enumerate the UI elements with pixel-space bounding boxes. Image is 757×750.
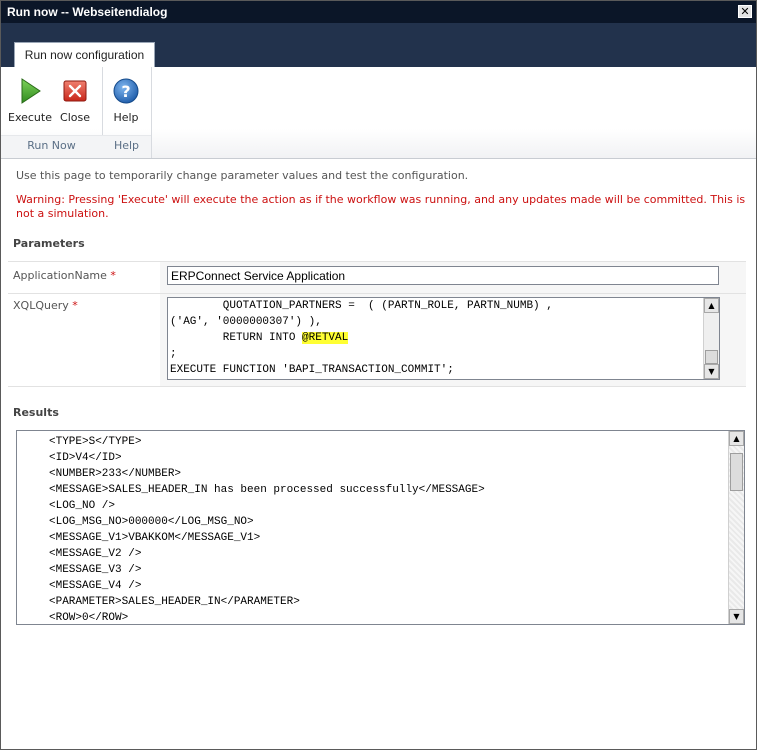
ribbon-group-help: ? Help Help <box>102 67 152 158</box>
parameters-heading: Parameters <box>13 237 85 250</box>
help-icon: ? <box>113 78 139 104</box>
xql-query-label: XQLQuery * <box>13 299 78 312</box>
xql-line: ; <box>170 348 177 360</box>
required-marker: * <box>110 269 116 282</box>
title-bar: Run now -- Webseitendialog ✕ <box>1 1 756 23</box>
results-line: <PARAMETER>SALES_HEADER_IN</PARAMETER> <box>49 596 300 608</box>
results-line: <MESSAGE>SALES_HEADER_IN has been proces… <box>49 484 485 496</box>
close-label: Close <box>60 111 90 124</box>
xql-scrollbar[interactable]: ▲ ▼ <box>703 298 719 379</box>
xql-line: EXECUTE FUNCTION 'BAPI_TRANSACTION_COMMI… <box>170 364 454 376</box>
results-line: <LOG_MSG_NO>000000</LOG_MSG_NO> <box>49 516 254 528</box>
scroll-thumb[interactable] <box>730 453 743 491</box>
param-row-application-name: ApplicationName * ERPConnect Service App… <box>8 261 746 293</box>
scroll-up-arrow-icon[interactable]: ▲ <box>729 431 744 446</box>
tab-run-now-configuration[interactable]: Run now configuration <box>14 42 155 68</box>
xql-line: ('AG', '0000000307') ), <box>170 316 322 328</box>
results-line: <MESSAGE_V1>VBAKKOM</MESSAGE_V1> <box>49 532 261 544</box>
application-name-label: ApplicationName * <box>13 269 116 282</box>
execute-label: Execute <box>8 111 52 124</box>
window-close-button[interactable]: ✕ <box>738 5 752 18</box>
scroll-up-arrow-icon[interactable]: ▲ <box>704 298 719 313</box>
scroll-down-arrow-icon[interactable]: ▼ <box>704 364 719 379</box>
ribbon-group-run-now: Execute Close Run Now <box>1 67 103 158</box>
execute-button[interactable]: Execute <box>8 77 52 124</box>
results-line: <ID>V4</ID> <box>49 452 122 464</box>
help-button[interactable]: ? Help <box>104 77 148 124</box>
scroll-down-arrow-icon[interactable]: ▼ <box>729 609 744 624</box>
window-title: Run now -- Webseitendialog <box>7 5 168 19</box>
xql-query-label-text: XQLQuery <box>13 299 69 312</box>
results-line: <MESSAGE_V2 /> <box>49 548 142 560</box>
svg-text:?: ? <box>121 82 130 101</box>
application-name-input[interactable]: ERPConnect Service Application <box>167 266 719 285</box>
results-heading: Results <box>13 406 59 419</box>
highlighted-retval: @RETVAL <box>302 332 349 344</box>
results-line: <LOG_NO /> <box>49 500 116 512</box>
scroll-thumb[interactable] <box>705 350 718 364</box>
results-line: <ROW>0</ROW> <box>49 612 129 624</box>
results-text: <TYPE>S</TYPE> <ID>V4</ID> <NUMBER>233</… <box>49 434 485 624</box>
close-icon <box>63 80 87 102</box>
xql-query-cell: QUOTATION_PARTNERS = ( (PARTN_ROLE, PART… <box>160 294 746 386</box>
results-textarea[interactable]: <TYPE>S</TYPE> <ID>V4</ID> <NUMBER>233</… <box>16 430 745 625</box>
ribbon-header: Run now configuration <box>1 23 756 68</box>
help-label: Help <box>113 111 139 124</box>
results-line: <TYPE>S</TYPE> <box>49 436 142 448</box>
xql-query-textarea[interactable]: QUOTATION_PARTNERS = ( (PARTN_ROLE, PART… <box>167 297 720 380</box>
required-marker: * <box>72 299 78 312</box>
ribbon-group-label-help: Help <box>102 135 151 158</box>
close-button[interactable]: Close <box>53 77 97 124</box>
ribbon: Execute Close Run Now ? Help Help <box>1 67 756 159</box>
dialog-window: Run now -- Webseitendialog ✕ Run now con… <box>0 0 757 750</box>
application-name-label-text: ApplicationName <box>13 269 107 282</box>
results-line: <NUMBER>233</NUMBER> <box>49 468 182 480</box>
results-scrollbar[interactable]: ▲ ▼ <box>728 431 744 624</box>
info-text: Use this page to temporarily change para… <box>16 169 469 182</box>
results-line: <MESSAGE_V3 /> <box>49 564 142 576</box>
results-line: <MESSAGE_V4 /> <box>49 580 142 592</box>
application-name-cell: ERPConnect Service Application <box>160 262 746 293</box>
warning-text: Warning: Pressing 'Execute' will execute… <box>16 193 746 220</box>
play-icon <box>21 78 41 104</box>
ribbon-group-label-run-now: Run Now <box>1 135 102 158</box>
param-row-xql-query: XQLQuery * QUOTATION_PARTNERS = ( (PARTN… <box>8 293 746 387</box>
xql-query-text: QUOTATION_PARTNERS = ( (PARTN_ROLE, PART… <box>170 298 553 378</box>
xql-line: QUOTATION_PARTNERS = ( (PARTN_ROLE, PART… <box>170 300 553 312</box>
xql-line: RETURN INTO <box>170 332 303 344</box>
